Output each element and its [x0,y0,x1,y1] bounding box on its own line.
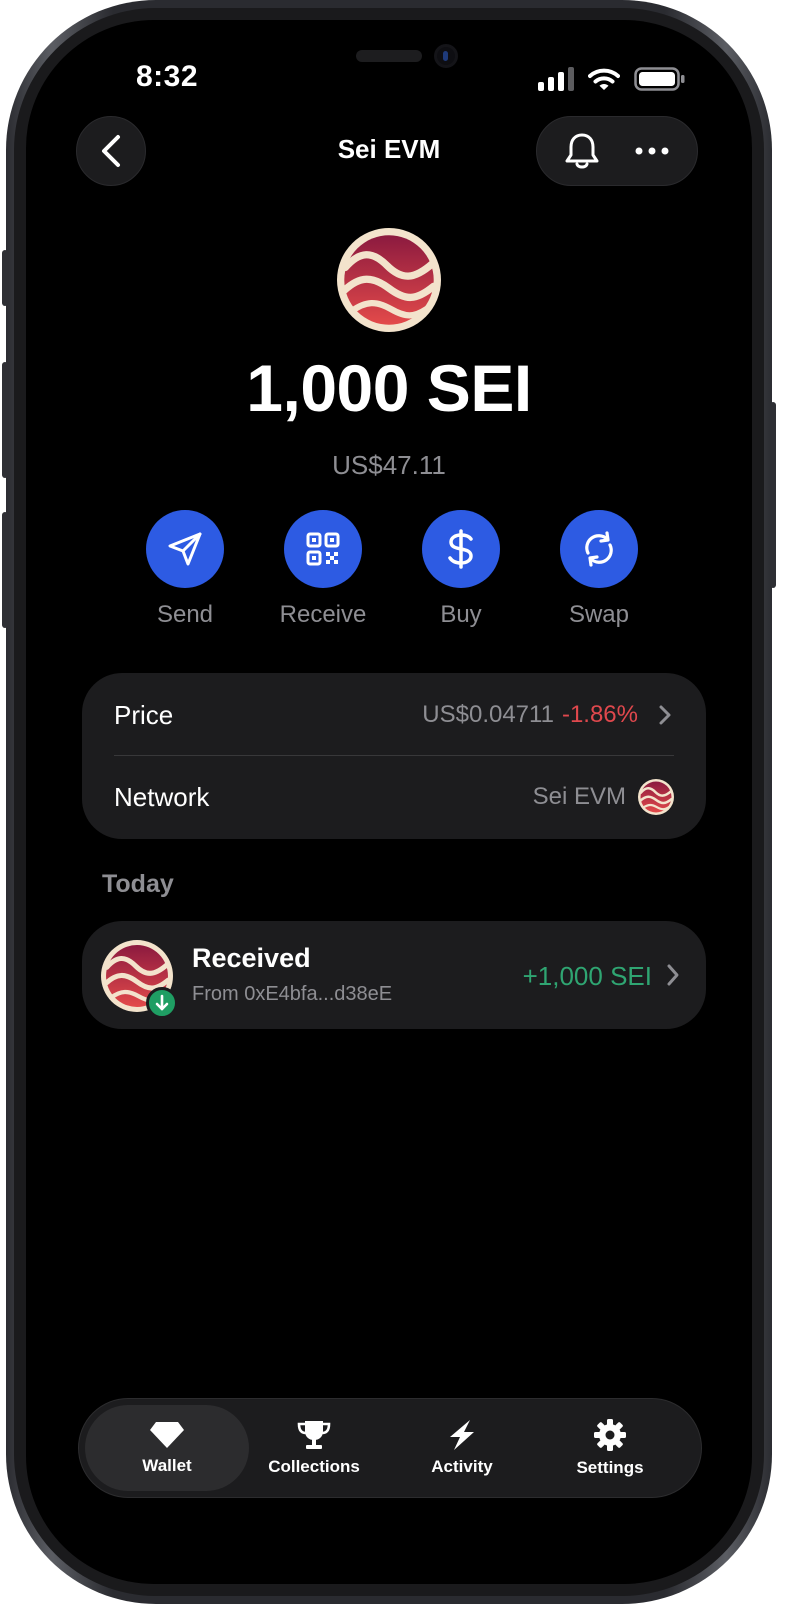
price-change: -1.86% [561,701,638,728]
transaction-item[interactable]: Received From 0xE4bfa...d38eE +1,000 SEI [82,921,706,1029]
buy-label: Buy [440,601,482,628]
gear-icon [594,1419,626,1451]
earpiece [356,50,422,62]
divider [114,755,674,756]
price-value: US$0.04711 [422,701,554,728]
volume-down-button [2,512,8,628]
receive-label: Receive [279,601,367,628]
arrow-down-icon [155,994,169,1011]
wifi-icon [588,68,620,90]
buy-circle [422,510,500,588]
tab-settings[interactable]: Settings [535,1405,685,1491]
screen: 8:32 Sei EVM 1,000 SEI US$47.11 Send Rec… [26,20,752,1584]
token-balance: 1,000 SEI [246,351,532,425]
swap-label: Swap [568,601,630,628]
tab-label: Activity [431,1457,493,1476]
status-icons [538,67,686,91]
more-options-button[interactable] [634,146,670,156]
network-row: Network Sei EVM [114,757,674,837]
section-title-today: Today [102,870,174,898]
token-fiat-value: US$47.11 [332,450,446,480]
bell-icon [565,133,599,169]
battery-icon [634,67,685,91]
action-button [2,250,8,306]
swap-circle [560,510,638,588]
status-time: 8:32 [136,60,199,93]
swap-button[interactable]: Swap [544,510,654,629]
notifications-button[interactable] [564,132,600,170]
transaction-subtitle: From 0xE4bfa...d38eE [192,983,393,1005]
token-info-card: Price US$0.04711 -1.86% Network Sei EVM [82,673,706,839]
more-dots-icon [635,147,669,155]
qr-code-icon [306,532,340,566]
network-value: Sei EVM [532,783,626,810]
front-camera [434,44,458,68]
send-button[interactable]: Send [130,510,240,629]
send-icon [168,532,202,566]
transaction-title: Received [192,943,311,973]
network-values: Sei EVM [533,779,674,815]
send-label: Send [156,601,214,628]
send-circle [146,510,224,588]
volume-up-button [2,362,8,478]
network-label: Network [114,781,210,812]
tab-activity[interactable]: Activity [387,1405,537,1491]
tab-bar: Wallet Collections Activity Settings [78,1398,702,1498]
header-actions [536,116,698,186]
tab-label: Wallet [142,1456,192,1475]
swap-icon [585,531,613,567]
power-button [770,402,776,588]
tab-collections[interactable]: Collections [239,1405,389,1491]
price-row[interactable]: Price US$0.04711 -1.86% [114,675,674,755]
receive-button[interactable]: Receive [268,510,378,629]
sei-network-icon [638,779,674,815]
sei-token-logo [337,228,441,332]
dollar-icon [448,529,473,569]
chevron-right-icon [659,705,671,725]
tab-label: Collections [268,1457,360,1476]
tab-label: Settings [576,1458,644,1477]
diamond-icon [150,1422,184,1448]
tab-wallet[interactable]: Wallet [85,1405,249,1491]
cellular-signal-icon [538,67,574,91]
chevron-right-icon [667,964,679,986]
device-frame: 8:32 Sei EVM 1,000 SEI US$47.11 Send Rec… [2,0,776,1604]
trophy-icon [297,1421,331,1449]
price-label: Price [114,699,174,730]
receive-circle [284,510,362,588]
buy-button[interactable]: Buy [406,510,516,629]
bolt-icon [450,1420,474,1450]
transaction-amount: +1,000 SEI [522,961,652,991]
action-buttons: Send Receive Buy Swap [130,510,650,650]
received-badge [146,987,178,1019]
price-values: US$0.04711 -1.86% [422,701,674,729]
